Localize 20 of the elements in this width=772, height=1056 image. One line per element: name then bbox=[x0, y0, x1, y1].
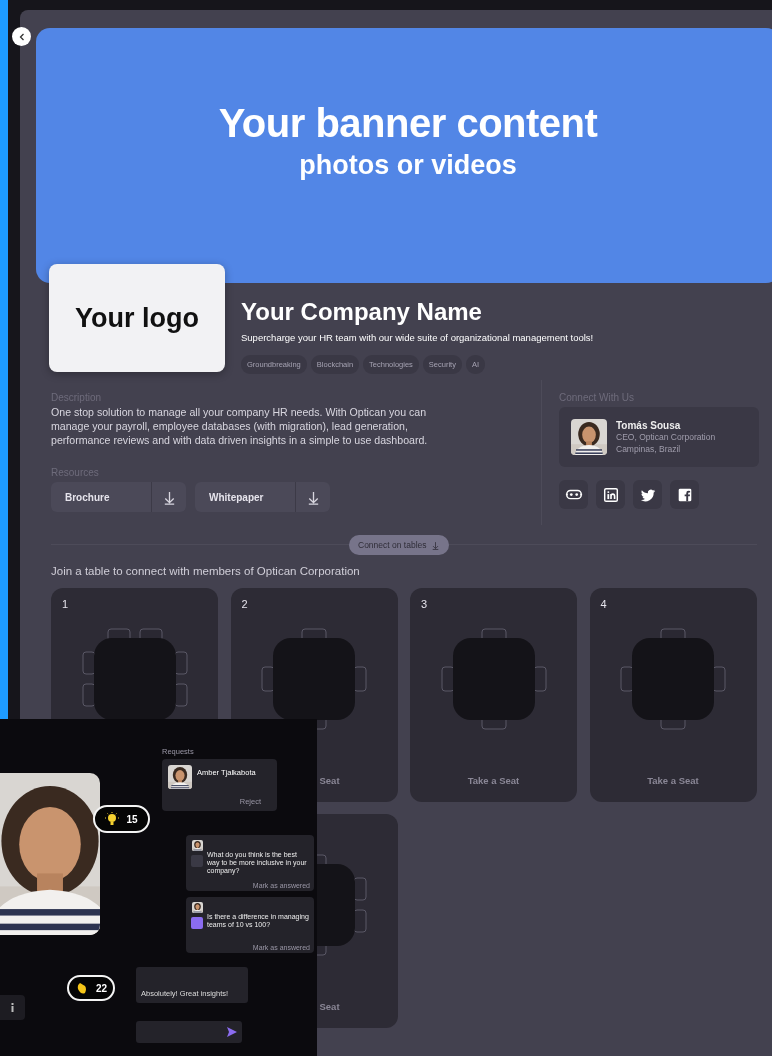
contact-location: Campinas, Brazil bbox=[616, 442, 682, 455]
reaction-badge: 22 bbox=[67, 975, 115, 1001]
banner-subtitle: photos or videos bbox=[299, 149, 517, 181]
table-number: 4 bbox=[600, 598, 607, 610]
description-text: One stop solution to manage all your company HR needs. With Optican you can manage your payroll, employee databases (with migration), lead generation, performance reviews and with data driven insights in a simple to use dashboard. bbox=[51, 405, 429, 447]
banner-title: Your banner content bbox=[218, 100, 598, 146]
seat-label: Seat bbox=[319, 775, 340, 786]
company-tagline: Supercharge your HR team with our wide suite of organizational management tools! bbox=[241, 332, 594, 343]
table-number: 2 bbox=[241, 598, 248, 610]
contact-role: CEO, Optican Corporation bbox=[616, 430, 716, 443]
contact-name: Tomás Sousa bbox=[616, 419, 682, 431]
table-number: 3 bbox=[421, 598, 428, 610]
seat-label: Take a Seat bbox=[466, 775, 521, 786]
seat-label: Seat bbox=[319, 1001, 340, 1012]
logo-text: Your logo bbox=[75, 302, 199, 334]
reaction-badge: 15 bbox=[93, 805, 150, 833]
company-name: Your Company Name bbox=[241, 298, 483, 326]
table-number: 1 bbox=[62, 598, 69, 610]
section-heading: Join a table to connect with members of Optican Corporation bbox=[51, 565, 361, 577]
seat-label: Take a Seat bbox=[646, 775, 700, 786]
